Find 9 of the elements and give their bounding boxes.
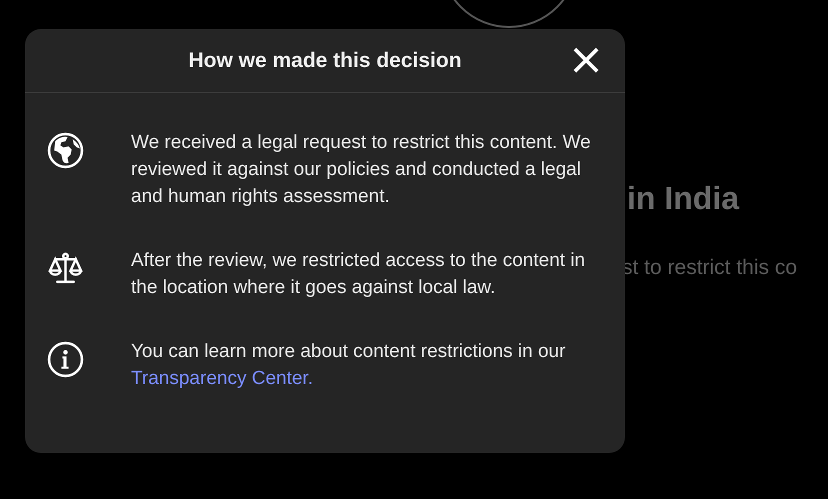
- close-button[interactable]: ×: [569, 43, 603, 77]
- page-heading: in India: [627, 180, 739, 217]
- explanation-text: You can learn more about content restrictions in our Transparency Center.: [131, 340, 566, 391]
- dialog-title: How we made this decision: [188, 48, 462, 72]
- explanation-text: After the review, we restricted access to the content in the location where it goes against local law.: [131, 249, 586, 300]
- transparency-link[interactable]: Transparency Center.: [131, 368, 313, 389]
- explanation-text: We received a legal request to restrict this content. We reviewed it against our policies and conducted a legal and human rights assessment.: [131, 131, 592, 209]
- info-icon: [47, 341, 84, 378]
- globe-icon: [47, 132, 84, 169]
